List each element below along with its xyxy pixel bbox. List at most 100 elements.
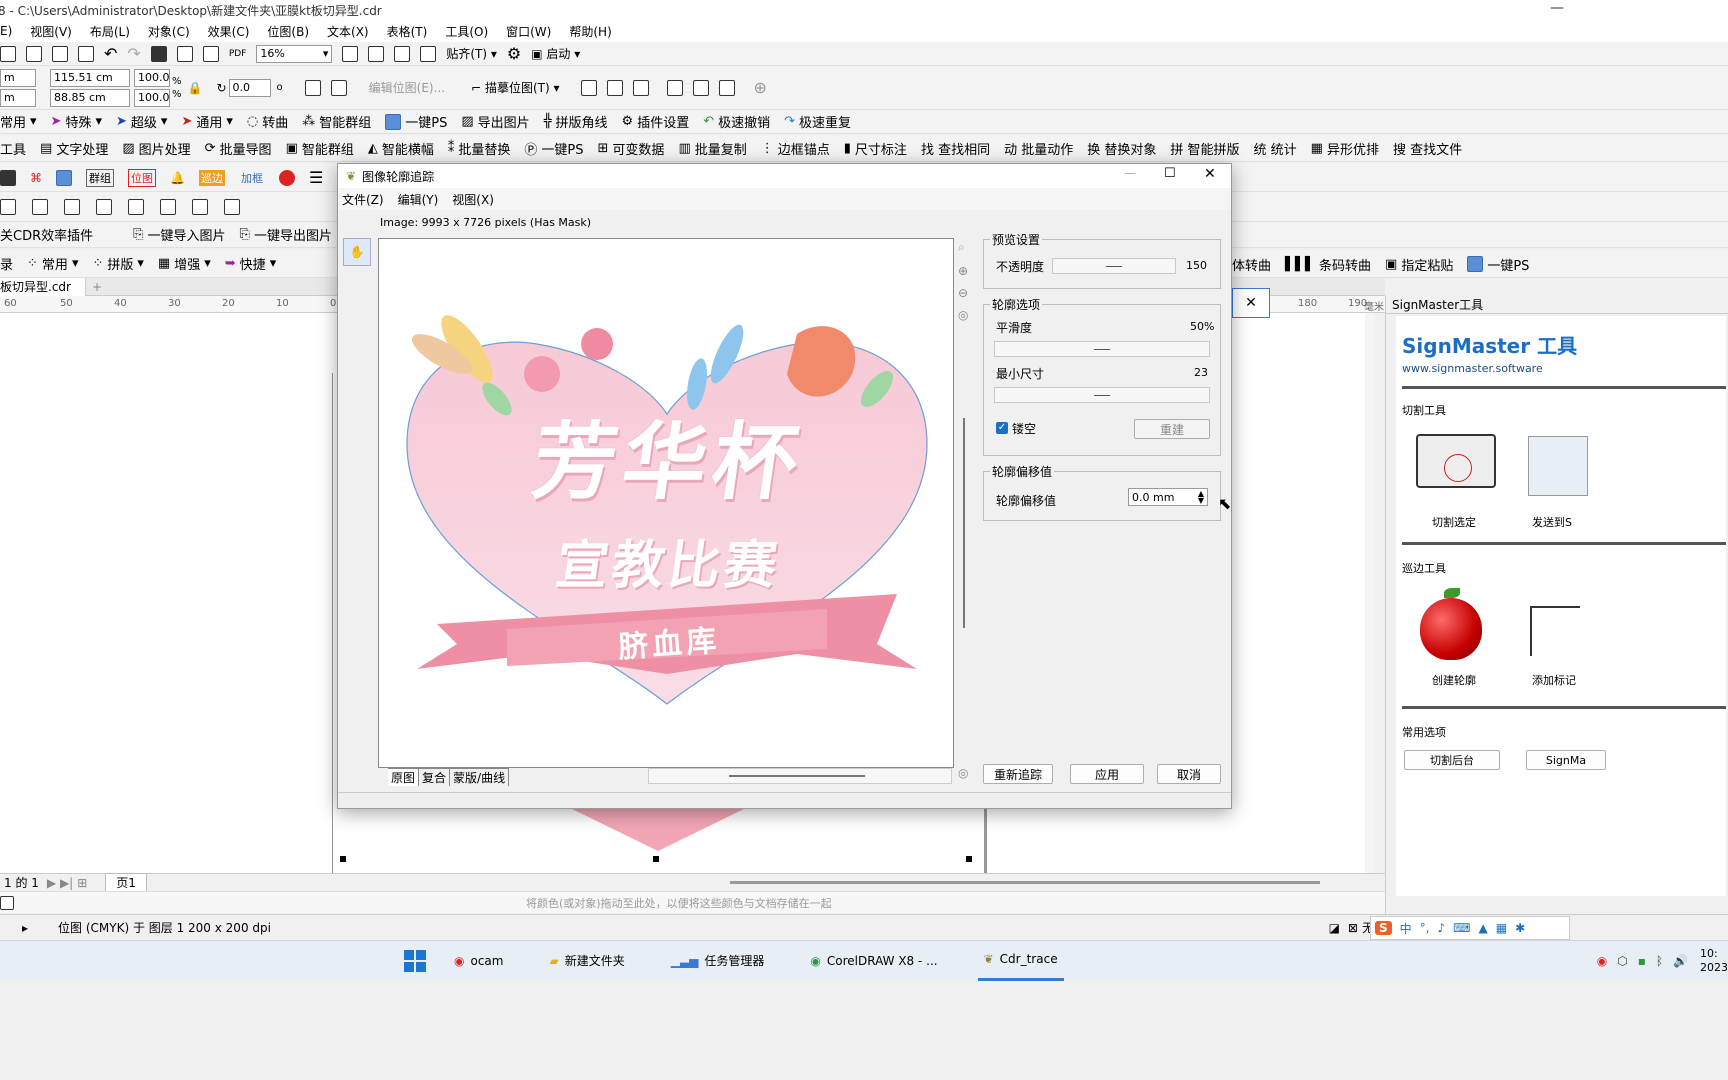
lock-ratio-icon[interactable]: 🔒: [188, 81, 203, 95]
tool-image-processing[interactable]: ▨ 图片处理: [122, 139, 190, 158]
resample-icon[interactable]: [607, 79, 624, 96]
redo-icon[interactable]: ↷: [127, 44, 140, 63]
taskbar-item-task-manager[interactable]: ▁▃▅ 任务管理器: [665, 941, 771, 981]
tool-smart-banner[interactable]: ◭ 智能横幅: [368, 139, 434, 158]
tool-to-curves[interactable]: ◌ 转曲: [247, 112, 288, 131]
tool-special-paste[interactable]: ▣ 指定粘贴: [1385, 255, 1453, 274]
x-position-field[interactable]: m: [0, 68, 36, 87]
hollow-label[interactable]: 镂空: [1012, 420, 1036, 437]
nvidia-icon[interactable]: ▪: [1638, 954, 1646, 968]
full-screen-icon[interactable]: [342, 45, 359, 62]
tool-one-click-ps-3[interactable]: 一键PS: [1467, 255, 1529, 274]
selection-handle[interactable]: [966, 856, 972, 862]
weld-icon[interactable]: [192, 198, 208, 215]
shield-icon[interactable]: ⬡: [1617, 954, 1627, 968]
rebuild-button[interactable]: 重建: [1134, 419, 1210, 439]
minimize-button[interactable]: —: [1124, 166, 1136, 180]
minimize-button[interactable]: —: [1550, 0, 1564, 16]
next-page-icon[interactable]: ▶ ▶|: [47, 876, 73, 890]
tool-fast-undo[interactable]: ↶ 极速撤销: [703, 112, 770, 131]
contour-icon[interactable]: [160, 198, 176, 215]
apple-icon[interactable]: [1420, 598, 1482, 660]
one-click-export-image[interactable]: ⎘ 一键导出图片: [240, 225, 332, 244]
order-icon[interactable]: [128, 198, 144, 215]
settings-icon[interactable]: ✱: [1515, 921, 1525, 935]
record-icon[interactable]: ◉: [1597, 954, 1607, 968]
one-click-import-image[interactable]: ⎘ 一键导入图片: [133, 225, 225, 244]
add-tab-icon[interactable]: +: [92, 280, 102, 294]
tool-common[interactable]: 常用 ▾: [0, 112, 37, 131]
menu-item-window[interactable]: 窗口(W): [506, 23, 551, 40]
tool-tools[interactable]: 工具: [0, 139, 26, 158]
transform-icon[interactable]: [0, 198, 16, 215]
taskbar-item-cdr-trace[interactable]: ❦ Cdr_trace: [977, 941, 1064, 981]
import-icon[interactable]: [176, 45, 193, 62]
lines-icon[interactable]: ☰: [309, 168, 323, 187]
tool-batch-replace[interactable]: ⁑ 批量替换: [448, 139, 511, 158]
tool-one-click-ps-2[interactable]: Ⓟ 一键PS: [524, 139, 583, 158]
add-page-icon[interactable]: ⊞: [77, 876, 87, 890]
contour-label-icon[interactable]: 巡边: [198, 169, 225, 186]
tool-general[interactable]: ➤ 通用 ▾: [181, 112, 232, 131]
edit-bitmap-button[interactable]: 编辑位图(E)...: [369, 79, 445, 96]
tool-text-processing[interactable]: ▤ 文字处理: [40, 139, 108, 158]
signmaster-button[interactable]: SignMa: [1526, 750, 1606, 770]
menu-item-table[interactable]: 表格(T): [387, 23, 428, 40]
menu-item-tools[interactable]: 工具(O): [445, 23, 488, 40]
group-label-icon[interactable]: 群组: [86, 168, 114, 187]
send-to-icon[interactable]: [1528, 436, 1588, 496]
bluetooth-icon[interactable]: ᛒ: [1656, 954, 1663, 968]
signmaster-url[interactable]: www.signmaster.software: [1402, 362, 1543, 375]
tab-original[interactable]: 原图: [388, 769, 420, 786]
publish-pdf-icon[interactable]: PDF: [229, 49, 247, 59]
tool-find-file[interactable]: 搜 查找文件: [1393, 139, 1462, 158]
hollow-checkbox[interactable]: ✓: [996, 422, 1008, 434]
black-square-icon[interactable]: [0, 169, 16, 186]
undo-icon[interactable]: ↶: [104, 44, 117, 63]
show-guidelines-icon[interactable]: [420, 45, 437, 62]
tray-icons[interactable]: ◉ ⬡ ▪ ᛒ 🔊: [1597, 954, 1688, 968]
add-icon[interactable]: ⊕: [753, 78, 766, 97]
tool-statistics[interactable]: 统 统计: [1254, 139, 1297, 158]
send-to-label[interactable]: 发送到S: [1532, 514, 1572, 530]
tool-variable-data[interactable]: ⊞ 可变数据: [598, 139, 665, 158]
tool-smart-group[interactable]: ⁂ 智能群组: [302, 112, 371, 131]
show-grid-icon[interactable]: [394, 45, 411, 62]
tool-quick[interactable]: ➥ 快捷 ▾: [225, 254, 276, 273]
stop-icon[interactable]: [278, 169, 295, 186]
snap-to-dropdown[interactable]: 贴齐(T) ▾: [446, 45, 497, 62]
cut-backend-button[interactable]: 切割后台: [1404, 750, 1500, 770]
hand-tool-button[interactable]: ✋: [343, 238, 371, 266]
tool-special[interactable]: ➤ 特殊 ▾: [51, 112, 102, 131]
copy-icon[interactable]: [52, 45, 68, 62]
scale-x-field[interactable]: 100.0: [134, 68, 170, 87]
mirror-horizontal-icon[interactable]: [304, 79, 321, 96]
show-rulers-icon[interactable]: [368, 45, 385, 62]
windows-start-icon[interactable]: [404, 949, 426, 972]
preview-h-scrollbar[interactable]: [648, 768, 952, 784]
rotation-field[interactable]: 0.0: [228, 78, 271, 97]
close-button[interactable]: ✕: [1204, 166, 1216, 182]
landscape-icon[interactable]: [56, 169, 72, 186]
tab-mask-curves[interactable]: 蒙版/曲线: [450, 769, 510, 786]
search-content-icon[interactable]: [150, 45, 167, 62]
no-color-swatch[interactable]: [0, 895, 14, 910]
dialog-menu-edit[interactable]: 编辑(Y): [398, 191, 439, 208]
skin-icon[interactable]: ▲: [1479, 921, 1488, 935]
zoom-reset-icon[interactable]: ◎: [958, 766, 968, 780]
crop-marks-icon[interactable]: [1530, 606, 1580, 656]
export-icon[interactable]: [202, 45, 219, 62]
dialog-menu-file[interactable]: 文件(Z): [342, 191, 384, 208]
tool-plugin-settings[interactable]: ⚙ 插件设置: [622, 112, 690, 131]
maximize-button[interactable]: ☐: [1164, 166, 1176, 181]
gear-icon[interactable]: ⚙: [507, 44, 521, 63]
tool-find-same[interactable]: 找 查找相同: [921, 139, 990, 158]
create-contour-label[interactable]: 创建轮廓: [1432, 672, 1476, 688]
tool-replace-object[interactable]: 换 替换对象: [1087, 139, 1156, 158]
close-icon[interactable]: ✕: [1245, 295, 1257, 311]
tool-enhance[interactable]: ▦ 增强 ▾: [158, 254, 211, 273]
spinner-icon[interactable]: ▲ ▼: [1198, 490, 1204, 505]
tag-icon[interactable]: ⌘: [30, 171, 42, 185]
tab-composite[interactable]: 复合: [419, 769, 451, 786]
toolbox-icon[interactable]: ▦: [1496, 921, 1507, 935]
